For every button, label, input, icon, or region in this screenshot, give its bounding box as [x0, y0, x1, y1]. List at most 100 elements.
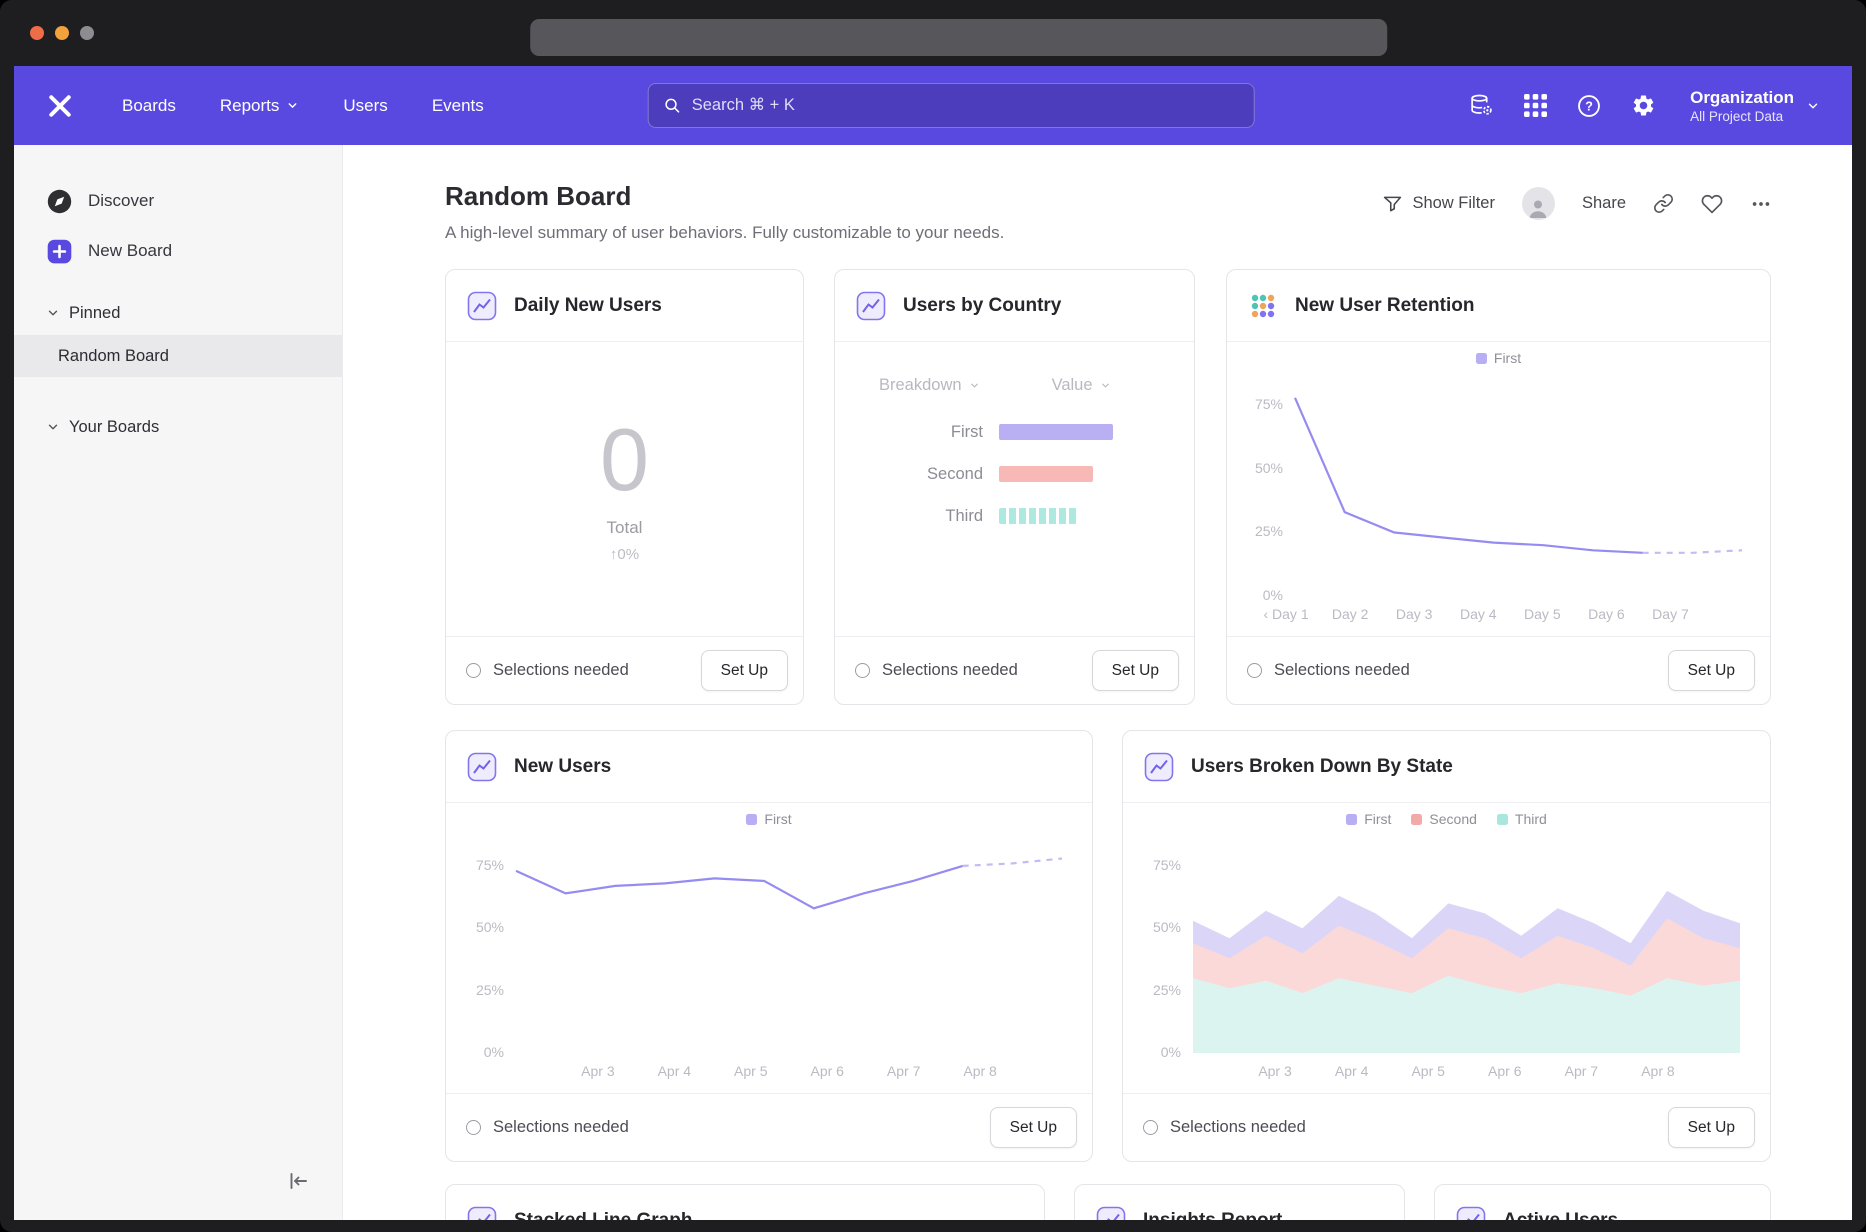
nav-item-events[interactable]: Events: [432, 96, 484, 116]
share-button[interactable]: Share: [1582, 194, 1626, 213]
search-icon: [663, 96, 682, 115]
metric-delta: ↑0%: [610, 546, 639, 563]
set-up-button[interactable]: Set Up: [701, 650, 788, 691]
sidebar-section-your-boards[interactable]: Your Boards: [14, 407, 342, 447]
set-up-button[interactable]: Set Up: [990, 1107, 1077, 1148]
card-title: New User Retention: [1295, 295, 1474, 317]
apps-grid-icon[interactable]: [1522, 93, 1548, 119]
nav-item-boards[interactable]: Boards: [122, 96, 176, 116]
organization-switcher[interactable]: Organization All Project Data: [1690, 87, 1820, 123]
board-canvas: Random Board A high-level summary of use…: [343, 145, 1852, 1220]
retention-grid-icon: [1246, 289, 1280, 323]
section-label: Pinned: [69, 304, 120, 323]
chevron-down-icon: [969, 380, 980, 391]
app-window: Boards Reports Users Events: [0, 0, 1866, 1232]
copy-link-button[interactable]: [1653, 193, 1674, 214]
board-subtitle: A high-level summary of user behaviors. …: [445, 223, 1004, 243]
bar-row: Second: [835, 453, 1194, 495]
bar-label: Third: [835, 507, 999, 526]
card-insights-report: Insights Report: [1074, 1184, 1405, 1220]
more-options-button[interactable]: [1750, 193, 1772, 215]
section-label: Your Boards: [69, 418, 159, 437]
metric-label: Total: [607, 518, 643, 538]
mixpanel-logo-icon[interactable]: [46, 91, 76, 121]
nav-item-reports[interactable]: Reports: [220, 96, 300, 116]
set-up-button[interactable]: Set Up: [1092, 650, 1179, 691]
card-stacked-line-graph: Stacked Line Graph: [445, 1184, 1045, 1220]
organization-name: Organization: [1690, 87, 1794, 108]
card-footer: Selections needed Set Up: [1123, 1093, 1770, 1161]
board-title: Random Board: [445, 181, 631, 212]
sidebar-item-discover[interactable]: Discover: [14, 179, 342, 223]
bar-third[interactable]: [999, 508, 1077, 524]
retention-chart: First75%50%25%0%‹ Day 1Day 2Day 3Day 4Da…: [1241, 350, 1756, 628]
project-data-label: All Project Data: [1690, 109, 1794, 124]
card-title: Active Users: [1503, 1210, 1618, 1220]
bar-second[interactable]: [999, 466, 1093, 482]
zoom-window-button[interactable]: [80, 26, 94, 40]
chevron-down-icon: [46, 420, 60, 434]
line-chart-icon: [465, 1204, 499, 1220]
ellipsis-icon: [1750, 193, 1772, 215]
bar-row: Third: [835, 495, 1194, 537]
new-users-chart: First75%50%25%0%Apr 3Apr 4Apr 5Apr 6Apr …: [462, 811, 1076, 1085]
collapse-left-icon: [286, 1169, 310, 1193]
svg-text:?: ?: [1585, 99, 1593, 113]
collapse-sidebar-button[interactable]: [285, 1168, 311, 1194]
selection-status-icon: [855, 663, 870, 678]
board-owner-avatar[interactable]: [1522, 187, 1555, 220]
heart-icon: [1701, 193, 1723, 215]
sidebar-section-pinned[interactable]: Pinned: [14, 293, 342, 333]
favorite-button[interactable]: [1701, 193, 1723, 215]
bar-row: First: [835, 411, 1194, 453]
metric-value: 0: [600, 416, 649, 504]
chevron-down-icon: [46, 306, 60, 320]
card-title: Users by Country: [903, 295, 1061, 317]
show-filter-button[interactable]: Show Filter: [1382, 193, 1495, 214]
sidebar-item-label: New Board: [88, 241, 172, 261]
sidebar-item-label: Discover: [88, 191, 154, 211]
sidebar: Discover New Board Pinned Random Board Y…: [14, 145, 343, 1220]
set-up-button[interactable]: Set Up: [1668, 1107, 1755, 1148]
data-management-icon[interactable]: [1468, 93, 1494, 119]
selections-needed-label: Selections needed: [882, 661, 1080, 680]
card-active-users: Active Users: [1434, 1184, 1771, 1220]
bar-first[interactable]: [999, 424, 1113, 440]
value-dropdown[interactable]: Value: [1052, 376, 1111, 395]
link-icon: [1653, 193, 1674, 214]
filter-funnel-icon: [1382, 193, 1403, 214]
card-title: New Users: [514, 756, 611, 778]
person-icon: [1525, 196, 1551, 220]
sidebar-item-random-board[interactable]: Random Board: [14, 335, 342, 377]
set-up-button[interactable]: Set Up: [1668, 650, 1755, 691]
selections-needed-label: Selections needed: [1170, 1118, 1656, 1137]
nav-item-users[interactable]: Users: [343, 96, 387, 116]
selection-status-icon: [1247, 663, 1262, 678]
line-chart-icon: [1094, 1204, 1128, 1220]
help-icon[interactable]: ?: [1576, 93, 1602, 119]
bar-label: Second: [835, 465, 999, 484]
card-new-user-retention: New User Retention First75%50%25%0%‹ Day…: [1226, 269, 1771, 705]
minimize-window-button[interactable]: [55, 26, 69, 40]
card-footer: Selections needed Set Up: [835, 636, 1194, 704]
card-title: Stacked Line Graph: [514, 1210, 692, 1220]
sidebar-item-new-board[interactable]: New Board: [14, 229, 342, 273]
card-users-by-state: Users Broken Down By State FirstSecondTh…: [1122, 730, 1771, 1162]
top-navbar: Boards Reports Users Events: [14, 66, 1852, 145]
line-chart-icon: [1454, 1204, 1488, 1220]
browser-address-bar[interactable]: [530, 19, 1387, 56]
line-chart-icon: [465, 289, 499, 323]
card-new-users: New Users First75%50%25%0%Apr 3Apr 4Apr …: [445, 730, 1093, 1162]
close-window-button[interactable]: [30, 26, 44, 40]
card-footer: Selections needed Set Up: [1227, 636, 1770, 704]
selections-needed-label: Selections needed: [493, 1118, 978, 1137]
board-link-label: Random Board: [58, 347, 169, 366]
compass-icon: [46, 188, 73, 215]
card-title: Users Broken Down By State: [1191, 756, 1453, 778]
selection-status-icon: [466, 663, 481, 678]
search-input[interactable]: [692, 96, 1240, 115]
line-chart-icon: [854, 289, 888, 323]
settings-gear-icon[interactable]: [1630, 93, 1656, 119]
breakdown-dropdown[interactable]: Breakdown: [879, 376, 980, 395]
global-search[interactable]: [648, 83, 1255, 128]
